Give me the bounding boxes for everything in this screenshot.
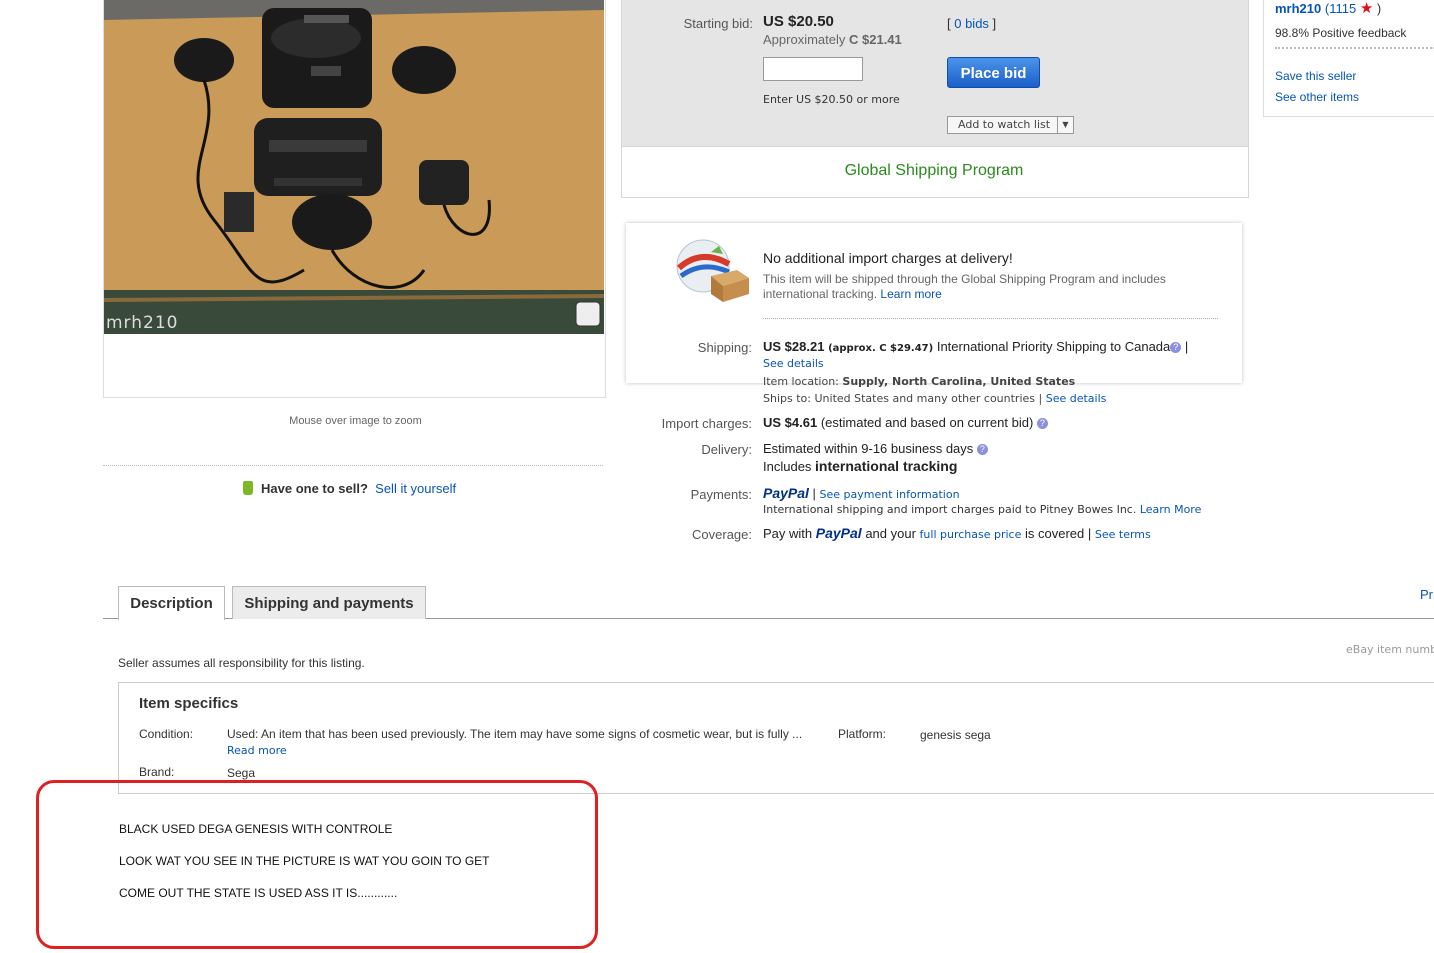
seller-responsibility-note: Seller assumes all responsibility for th… [118,656,365,670]
product-photo[interactable]: mrh210 [104,0,604,334]
item-specifics-title: Item specifics [139,695,239,712]
delivery-estimate: Estimated within 9-16 business days ? [763,441,988,456]
item-location: Item location: Supply, North Carolina, U… [763,375,1075,388]
seller-info: mrh210 (1115 ★ ) [1275,0,1381,17]
gsp-title: Global Shipping Program [844,162,1024,179]
approx-price: Approximately C $21.41 [763,32,902,47]
seller-score[interactable]: (1115 [1325,1,1356,16]
coverage-and-your: and your [865,526,916,541]
ships-to: Ships to: United States and many other c… [763,392,1107,405]
divider [1275,47,1434,49]
see-terms-link[interactable]: See terms [1095,528,1151,541]
condition-key: Condition: [139,727,194,741]
import-charges-note: (estimated and based on current bid) [820,415,1034,430]
delivery-estimate-text: Estimated within 9-16 business days [763,441,974,456]
bid-count: [ 0 bids ] [947,16,997,31]
payments-note-text: International shipping and import charge… [763,503,1137,516]
product-photo-graphic [104,0,604,334]
starting-bid-label: Starting bid: [683,16,753,31]
red-highlight-annotation [36,780,598,949]
sell-it-yourself-link[interactable]: Sell it yourself [375,481,456,496]
import-charges-amount: US $4.61 [763,415,818,430]
price-tag-icon [243,481,253,495]
platform-value: genesis sega [920,728,991,742]
tracking-prefix: Includes [763,459,812,474]
ships-to-value: United States and many other countries [814,392,1036,405]
gsp-description-text: This item will be shipped through the Gl… [763,272,1166,301]
item-location-value: Supply, North Carolina, United States [842,375,1076,388]
image-watermark: mrh210 [106,313,179,333]
help-icon[interactable]: ? [976,444,988,455]
star-icon: ★ [1359,0,1374,17]
sell-prompt: Have one to sell? [261,481,368,496]
payments-note: International shipping and import charge… [763,503,1201,516]
shipping-approx: (approx. C $29.47) [828,343,934,354]
delivery-tracking: Includes international tracking [763,458,957,474]
ships-to-see-details-link[interactable]: See details [1046,392,1107,405]
paypal-logo-icon: PayPal [815,525,862,541]
global-shipping-globe-icon [671,238,751,304]
platform-key: Platform: [838,727,887,741]
coverage-label: Coverage: [692,527,752,542]
full-purchase-price-link[interactable]: full purchase price [920,528,1022,541]
help-icon[interactable]: ? [1036,418,1048,429]
payments-methods: PayPal | See payment information [763,485,960,501]
approx-prefix: Approximately [763,32,846,47]
coverage-is-covered: is covered | [1025,526,1092,541]
divider [1263,0,1264,117]
paypal-logo-icon: PayPal [763,485,809,501]
help-icon[interactable]: ? [1170,342,1182,353]
no-import-charges-headline: No additional import charges at delivery… [763,250,1013,266]
condition-text: Used: An item that has been used previou… [227,727,803,741]
watch-list-label: Add to watch list [958,118,1051,131]
divider [1263,116,1434,117]
divider [103,465,603,466]
seller-name-link[interactable]: mrh210 [1275,1,1321,16]
tab-description[interactable]: Description [118,586,225,620]
payments-learn-more-link[interactable]: Learn More [1140,503,1202,516]
payments-label: Payments: [690,487,752,502]
gsp-learn-more-link[interactable]: Learn more [880,287,941,301]
brand-value: Sega [227,766,256,780]
bid-input-hint: Enter US $20.50 or more [763,93,900,106]
brand-key: Brand: [139,765,175,779]
condition-value: Used: An item that has been used previou… [227,726,812,759]
ships-to-label: Ships to: [763,392,811,405]
gsp-description: This item will be shipped through the Gl… [763,272,1203,302]
starting-bid-price: US $20.50 [763,13,834,30]
shipping-see-details-link[interactable]: See details [763,357,824,370]
chevron-down-icon[interactable]: ▼ [1057,117,1073,133]
add-to-watch-list-button[interactable]: Add to watch list ▼ [947,116,1074,134]
shipping-label: Shipping: [697,340,752,355]
shipping-see-details-text[interactable]: See details [763,357,824,370]
divider [763,318,1218,319]
shipping-price: US $28.21 [763,339,825,354]
seller-feedback: 98.8% Positive feedback [1275,26,1407,40]
coverage-pay-with: Pay with [763,526,813,541]
ebay-item-number: eBay item numb [1346,643,1434,656]
delivery-label: Delivery: [701,442,752,457]
tracking-bold: international tracking [815,458,958,474]
zoom-hint: Mouse over image to zoom [289,415,422,427]
see-payment-info-link[interactable]: See payment information [820,488,960,501]
import-charges-label: Import charges: [661,416,752,431]
save-seller-link[interactable]: Save this seller [1275,69,1356,83]
read-more-link[interactable]: Read more [227,744,287,757]
import-charges-value: US $4.61 (estimated and based on current… [763,415,1048,430]
shipping-value: US $28.21 (approx. C $29.47) Internation… [763,339,1189,354]
approx-value: C $21.41 [849,32,902,47]
bid-amount-input[interactable] [763,57,863,81]
item-location-label: Item location: [763,375,839,388]
place-bid-button[interactable]: Place bid [947,57,1040,88]
tab-shipping-and-payments[interactable]: Shipping and payments [232,586,426,619]
bids-link[interactable]: 0 bids [954,16,989,31]
seller-score-close: ) [1376,1,1382,16]
sell-row: Have one to sell? Sell it yourself [243,481,456,496]
see-other-items-link[interactable]: See other items [1275,90,1359,104]
print-link[interactable]: Pr [1420,587,1433,602]
coverage-value: Pay with PayPal and your full purchase p… [763,525,1151,541]
shipping-service: International Priority Shipping to Canad… [936,339,1171,354]
